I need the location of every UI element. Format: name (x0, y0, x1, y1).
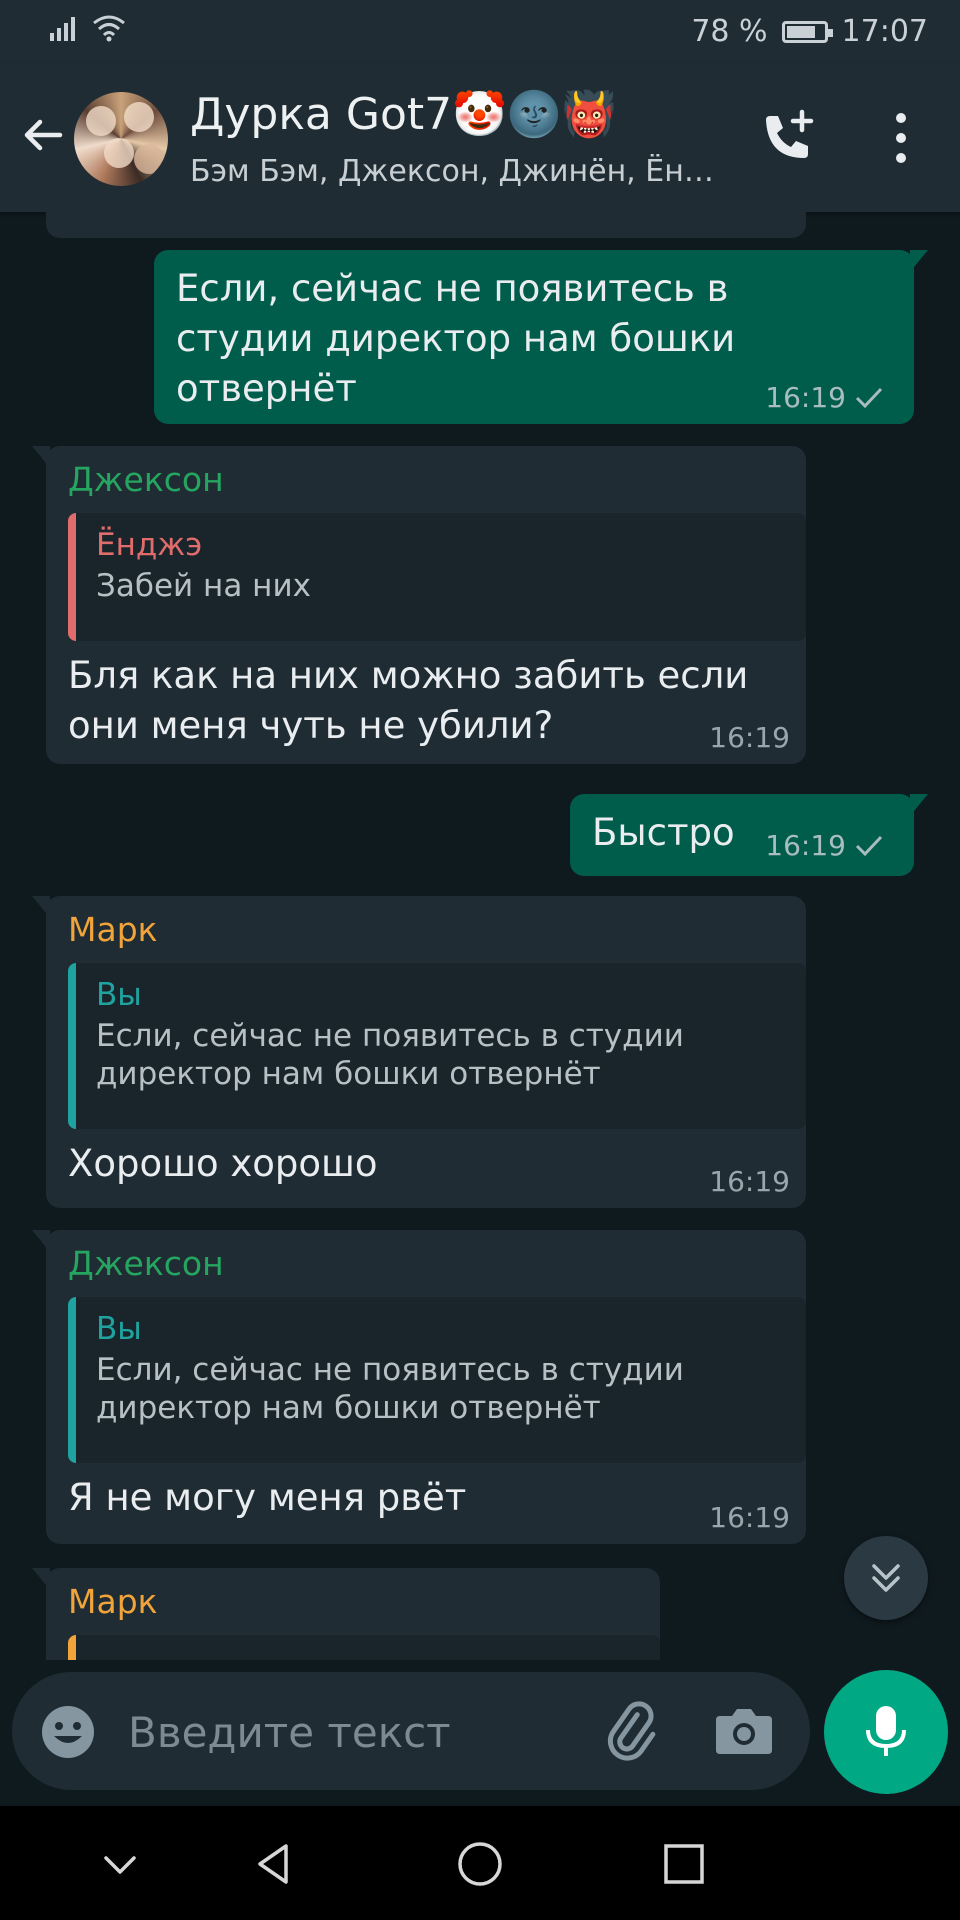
message-bubble-incoming[interactable]: Марк (32, 1568, 660, 1660)
message-meta: 16:19 (765, 829, 884, 862)
double-chevron-down-icon (872, 1564, 900, 1592)
message-time: 16:19 (709, 1501, 790, 1534)
quote-author: Вы (96, 1311, 142, 1347)
message-text: Хорошо хорошо (68, 1142, 378, 1185)
battery-charging-icon (781, 20, 833, 43)
message-bubble-incoming[interactable]: Марк Вы Если, сейчас не появитесь в студ… (32, 896, 806, 1208)
add-call-icon[interactable] (756, 106, 818, 168)
message-time: 16:19 (709, 721, 790, 754)
clock: 17:07 (841, 14, 928, 49)
quote-bar (68, 513, 76, 641)
more-vert-icon[interactable] (886, 110, 916, 166)
message-text: Я не могу меня рвёт (68, 1476, 467, 1519)
bubble-tail (32, 1568, 50, 1590)
sender-name: Джексон (68, 1244, 224, 1283)
quote-author: Вы (96, 977, 142, 1013)
reply-quote[interactable]: Вы Если, сейчас не появитесь в студии ди… (68, 963, 806, 1129)
message-bubble-incoming[interactable]: Джексон Ёнджэ Забей на них Бля как на ни… (32, 446, 806, 764)
battery-percent: 78 % (691, 14, 768, 49)
emoji-icon[interactable] (40, 1704, 96, 1760)
bubble-tail (910, 794, 928, 816)
sent-check-icon (855, 835, 883, 856)
voice-record-button[interactable] (824, 1670, 948, 1794)
quote-bar (68, 963, 76, 1129)
signal-icon (50, 17, 75, 41)
mic-icon (866, 1706, 906, 1756)
message-text: Бля как на них можно забить если они мен… (68, 654, 749, 747)
quote-text: Если, сейчас не появитесь в студии дирек… (96, 1352, 684, 1426)
message-list[interactable]: Если, сейчас не появитесь в студии дирек… (0, 212, 960, 1660)
sent-check-icon (855, 387, 883, 408)
sender-name: Джексон (68, 460, 224, 499)
recents-square-icon[interactable] (660, 1840, 708, 1888)
message-bubble-outgoing[interactable]: Быстро 16:19 (570, 794, 928, 876)
bubble-tail (910, 250, 928, 272)
message-bubble-outgoing[interactable]: Если, сейчас не появитесь в студии дирек… (154, 250, 928, 424)
quote-author: Ёнджэ (96, 527, 203, 563)
reply-quote[interactable]: Ёнджэ Забей на них (68, 513, 806, 641)
message-meta: 16:19 (709, 1165, 790, 1198)
camera-icon[interactable] (714, 1702, 774, 1758)
bubble-tail (32, 1230, 50, 1252)
back-arrow-icon[interactable] (20, 112, 66, 158)
reply-quote[interactable] (68, 1635, 660, 1660)
quote-text: Если, сейчас не появитесь в студии дирек… (96, 1018, 684, 1092)
bubble-tail (32, 446, 50, 468)
message-time: 16:19 (765, 829, 846, 862)
scroll-to-bottom-button[interactable] (844, 1536, 928, 1620)
message-composer (12, 1672, 810, 1790)
chat-title[interactable]: Дурка Got7🤡🌚👹 (190, 88, 617, 140)
system-navigation-bar (0, 1806, 960, 1920)
quote-bar (68, 1297, 76, 1463)
group-avatar[interactable] (74, 92, 168, 186)
message-input[interactable] (126, 1702, 570, 1762)
reply-quote[interactable]: Вы Если, сейчас не появитесь в студии ди… (68, 1297, 806, 1463)
attach-icon[interactable] (600, 1700, 662, 1762)
message-time: 16:19 (709, 1165, 790, 1198)
message-meta: 16:19 (709, 1501, 790, 1534)
sender-name: Марк (68, 910, 158, 949)
quote-bar (68, 1635, 76, 1660)
home-circle-icon[interactable] (456, 1840, 504, 1888)
back-triangle-icon[interactable] (250, 1840, 298, 1888)
message-meta: 16:19 (709, 721, 790, 754)
message-meta: 16:19 (765, 381, 884, 414)
wifi-icon (93, 15, 125, 42)
quote-text: Забей на них (96, 568, 311, 604)
message-bubble-incoming[interactable]: Джексон Вы Если, сейчас не появитесь в с… (32, 1230, 806, 1544)
sender-name: Марк (68, 1582, 158, 1621)
status-bar: 78 % 17:07 (0, 0, 960, 64)
previous-message-fragment (46, 212, 806, 238)
message-time: 16:19 (765, 381, 846, 414)
chat-members[interactable]: Бэм Бэм, Джексон, Джинён, Ён… (190, 154, 730, 189)
hide-keyboard-chevron-icon[interactable] (96, 1840, 144, 1888)
bubble-tail (32, 896, 50, 918)
chat-header: Дурка Got7🤡🌚👹 Бэм Бэм, Джексон, Джинён, … (0, 64, 960, 212)
